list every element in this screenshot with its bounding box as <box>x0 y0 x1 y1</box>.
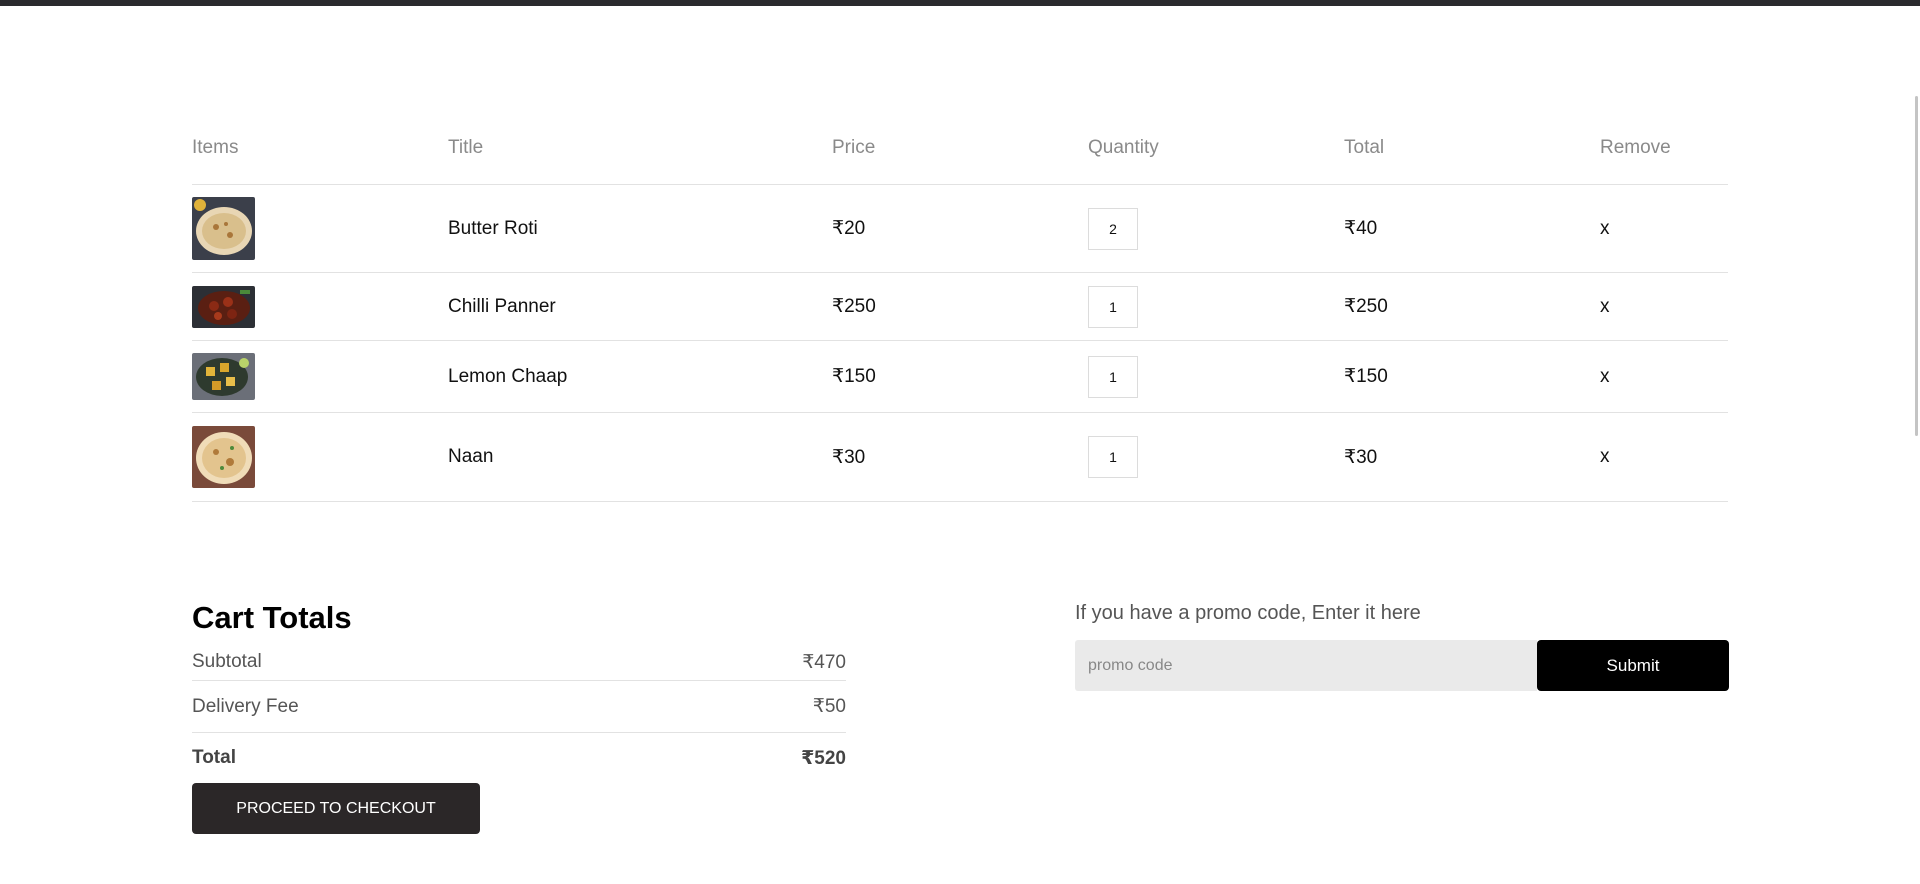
cart-row: Chilli Panner ₹250 1 ₹250 x <box>192 273 1728 341</box>
lemon-chaap-image <box>192 353 255 400</box>
remove-item-button[interactable]: x <box>1600 366 1620 388</box>
delivery-fee-label: Delivery Fee <box>192 695 299 717</box>
item-title: Lemon Chaap <box>448 365 568 387</box>
grand-total-row: Total ₹520 <box>192 733 846 783</box>
item-total: ₹250 <box>1344 296 1388 317</box>
delivery-fee-row: Delivery Fee ₹50 <box>192 681 846 732</box>
header-quantity: Quantity <box>1088 137 1159 158</box>
item-total: ₹150 <box>1344 366 1388 387</box>
promo-code-section: If you have a promo code, Enter it here … <box>1075 602 1729 691</box>
remove-item-button[interactable]: x <box>1600 296 1620 318</box>
chilli-panner-image <box>192 285 255 328</box>
item-price: ₹20 <box>832 218 866 239</box>
quantity-field[interactable]: 1 <box>1088 285 1138 328</box>
item-title: Butter Roti <box>448 217 538 239</box>
submit-promo-button[interactable]: Submit <box>1537 640 1729 691</box>
delivery-fee-value: ₹50 <box>812 696 846 717</box>
item-price: ₹250 <box>832 296 876 317</box>
quantity-field[interactable]: 1 <box>1088 436 1138 478</box>
item-price: ₹150 <box>832 366 876 387</box>
item-price: ₹30 <box>832 446 866 468</box>
item-total: ₹30 <box>1344 446 1378 468</box>
butter-roti-image <box>192 197 255 260</box>
cart-items-section: Items Title Price Quantity Total Remove … <box>192 128 1728 502</box>
total-value: ₹520 <box>801 747 846 769</box>
header-title: Title <box>448 137 484 158</box>
quantity-field[interactable]: 1 <box>1088 355 1138 398</box>
quantity-field[interactable]: 2 <box>1088 207 1138 250</box>
cart-row: Naan ₹30 1 ₹30 x <box>192 413 1728 502</box>
total-label: Total <box>192 747 236 768</box>
header-remove: Remove <box>1600 137 1671 158</box>
naan-image <box>192 426 255 488</box>
remove-item-button[interactable]: x <box>1600 218 1620 240</box>
top-bar <box>0 0 1920 6</box>
item-title: Chilli Panner <box>448 295 556 317</box>
cart-row: Butter Roti ₹20 2 ₹40 x <box>192 185 1728 273</box>
subtotal-label: Subtotal <box>192 651 262 672</box>
remove-item-button[interactable]: x <box>1600 446 1620 468</box>
promo-code-input[interactable] <box>1075 640 1537 691</box>
promo-form: Submit <box>1075 640 1729 691</box>
promo-prompt: If you have a promo code, Enter it here <box>1075 602 1421 624</box>
scrollbar[interactable] <box>1915 96 1918 436</box>
proceed-to-checkout-button[interactable]: PROCEED TO CHECKOUT <box>192 783 480 834</box>
subtotal-value: ₹470 <box>802 651 846 673</box>
cart-totals-section: Cart Totals Subtotal ₹470 Delivery Fee ₹… <box>192 600 846 834</box>
item-total: ₹40 <box>1344 218 1378 239</box>
header-price: Price <box>832 137 876 158</box>
header-total: Total <box>1344 137 1385 158</box>
cart-row: Lemon Chaap ₹150 1 ₹150 x <box>192 341 1728 413</box>
cart-totals-title: Cart Totals <box>192 600 352 635</box>
subtotal-row: Subtotal ₹470 <box>192 644 846 680</box>
item-title: Naan <box>448 446 494 467</box>
cart-header-row: Items Title Price Quantity Total Remove <box>192 128 1728 168</box>
header-items: Items <box>192 137 239 158</box>
